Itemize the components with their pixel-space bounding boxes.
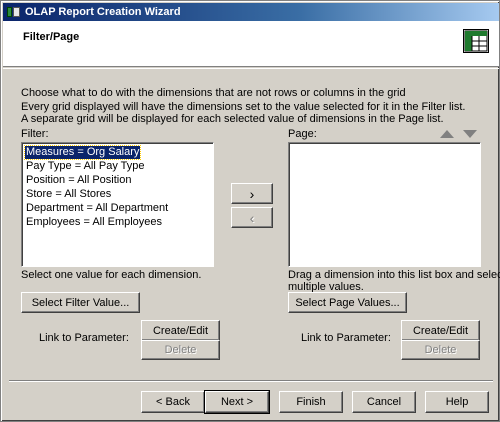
select-page-values-button[interactable]: Select Page Values... xyxy=(288,292,407,313)
page-listbox[interactable] xyxy=(288,142,481,267)
next-button[interactable]: Next > xyxy=(204,390,270,414)
filter-create-edit-button[interactable]: Create/Edit xyxy=(141,320,220,341)
header-divider xyxy=(3,68,499,69)
footer-divider xyxy=(9,380,493,382)
arrow-down-icon[interactable] xyxy=(463,130,477,138)
filter-item[interactable]: Pay Type = All Pay Type xyxy=(25,160,146,173)
page-title: Filter/Page xyxy=(23,31,80,43)
instruction-line-2: Every grid displayed will have the dimen… xyxy=(21,101,466,113)
page-hint-line-1: Drag a dimension into this list box and … xyxy=(288,269,500,281)
arrow-up-icon[interactable] xyxy=(440,130,454,138)
window-title: OLAP Report Creation Wizard xyxy=(25,6,181,18)
page-create-edit-button[interactable]: Create/Edit xyxy=(401,320,480,341)
page-label: Page: xyxy=(288,128,317,140)
filter-item[interactable]: Department = All Department xyxy=(25,202,169,215)
app-icon xyxy=(7,6,21,18)
back-button[interactable]: < Back xyxy=(141,391,205,413)
filter-delete-button[interactable]: Delete xyxy=(141,340,220,360)
select-filter-value-button[interactable]: Select Filter Value... xyxy=(21,292,140,313)
instruction-line-3: A separate grid will be displayed for ea… xyxy=(21,113,444,125)
grid-icon xyxy=(463,29,489,53)
filter-item[interactable]: Employees = All Employees xyxy=(25,216,163,229)
filter-listbox[interactable]: Measures = Org Salary Pay Type = All Pay… xyxy=(21,142,214,267)
title-bar[interactable]: OLAP Report Creation Wizard xyxy=(3,3,499,21)
page-delete-button[interactable]: Delete xyxy=(401,340,480,360)
finish-button[interactable]: Finish xyxy=(279,391,343,413)
move-left-button[interactable]: ‹ xyxy=(231,207,273,228)
page-link-label: Link to Parameter: xyxy=(301,332,391,344)
instruction-line-1: Choose what to do with the dimensions th… xyxy=(21,87,406,99)
move-right-button[interactable]: › xyxy=(231,183,273,204)
filter-hint: Select one value for each dimension. xyxy=(21,269,202,281)
filter-item[interactable]: Measures = Org Salary xyxy=(23,145,142,160)
filter-label: Filter: xyxy=(21,128,49,140)
filter-link-label: Link to Parameter: xyxy=(39,332,129,344)
help-button[interactable]: Help xyxy=(425,391,489,413)
filter-item[interactable]: Position = All Position xyxy=(25,174,132,187)
wizard-window: OLAP Report Creation Wizard Filter/Page … xyxy=(0,0,500,422)
filter-item[interactable]: Store = All Stores xyxy=(25,188,112,201)
wizard-header: Filter/Page xyxy=(3,21,499,67)
cancel-button[interactable]: Cancel xyxy=(352,391,416,413)
